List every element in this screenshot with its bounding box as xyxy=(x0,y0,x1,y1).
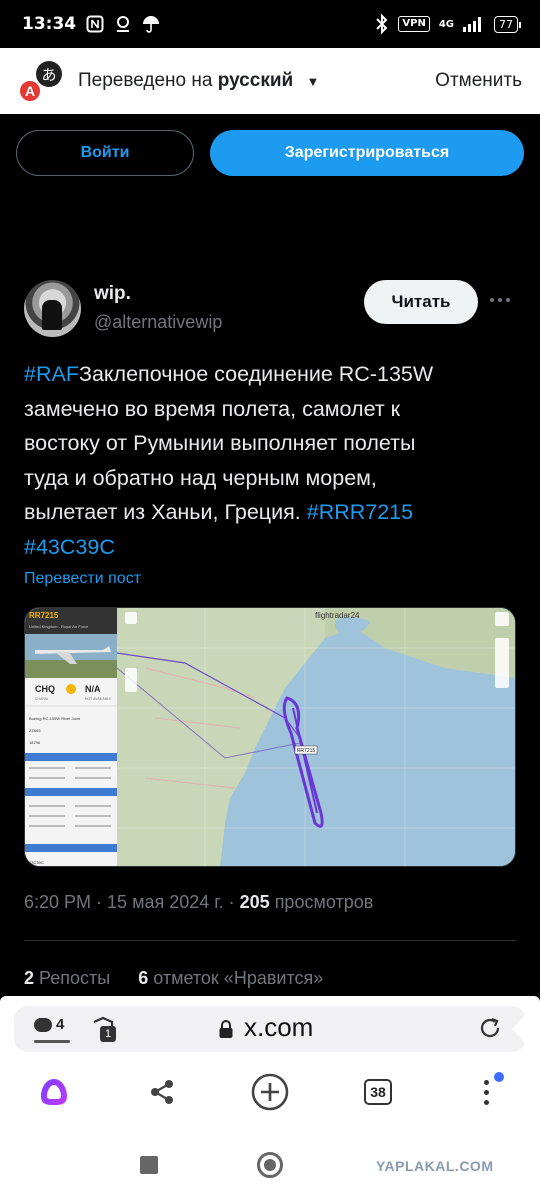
hashtag-rrr7215[interactable]: #RRR7215 xyxy=(307,500,413,524)
translate-language: русский xyxy=(217,70,294,91)
panel-from-code: CHQ xyxy=(35,684,55,694)
tweet-line-5: вылетает из Ханьи, Греция. #RRR7215 xyxy=(24,495,524,530)
follow-button[interactable]: Читать xyxy=(364,280,478,324)
translate-language-select[interactable]: Переведено на русский ▼ xyxy=(78,70,319,92)
tweet-line-1: #RAFЗаклепочное соединение RC-135W xyxy=(24,357,524,392)
comments-count: 4 xyxy=(56,1016,65,1033)
translate-bar: あ A Переведено на русский ▼ Отменить xyxy=(0,48,540,114)
browser-nav-row: 38 xyxy=(0,1066,540,1116)
browser-toolbar: 4 1 x.com 38 xyxy=(0,996,540,1128)
address-bar[interactable]: 4 1 x.com xyxy=(14,1006,526,1052)
hashtag-43c39c[interactable]: #43C39C xyxy=(24,535,115,559)
translate-glyph-left: A xyxy=(18,79,42,103)
likes-count: 6 xyxy=(138,968,149,988)
panel-registration: ZZ665 xyxy=(29,728,41,733)
translate-icon[interactable]: あ A xyxy=(18,59,62,103)
umbrella-icon xyxy=(143,16,160,33)
signup-button[interactable]: Зарегистрироваться xyxy=(210,130,524,176)
translate-glyph-right: あ xyxy=(36,61,62,87)
hashtag-raf[interactable]: #RAF xyxy=(24,362,79,386)
share-icon[interactable] xyxy=(142,1072,182,1112)
new-tab-icon[interactable] xyxy=(250,1072,290,1112)
translate-cancel-button[interactable]: Отменить xyxy=(435,70,522,92)
divider xyxy=(24,940,516,941)
status-right: VPN 4G 77 xyxy=(375,14,521,34)
tweet-stats: 2 Репосты 6 отметок «Нравится» xyxy=(24,968,323,989)
tweet-time[interactable]: 6:20 PM xyxy=(24,892,91,912)
views-label: просмотров xyxy=(274,892,374,912)
tweet-line-text: вылетает из Ханьи, Греция. xyxy=(24,500,307,524)
lock-icon xyxy=(219,1020,233,1038)
author-handle[interactable]: @alternativewip xyxy=(94,312,222,333)
translate-post-link[interactable]: Перевести пост xyxy=(24,570,141,588)
tabs-button[interactable]: 38 xyxy=(358,1072,398,1112)
more-options-icon[interactable] xyxy=(490,290,516,310)
brand-label: flightradar24 xyxy=(315,611,360,620)
panel-hex: 43C39C xyxy=(29,860,44,865)
translate-prefix: Переведено на xyxy=(78,70,213,91)
avatar[interactable] xyxy=(24,280,81,337)
panel-aircraft-type: Boeing RC-135W Rivet Joint xyxy=(29,716,81,721)
network-label: 4G xyxy=(438,18,454,30)
recents-button[interactable] xyxy=(140,1156,158,1174)
status-bar: 13:34 VPN 4G 77 xyxy=(0,0,540,48)
tweet-line-6: #43C39C xyxy=(24,530,524,565)
shield-count: 1 xyxy=(100,1026,116,1042)
tweet-line-text: Заклепочное соединение RC-135W xyxy=(78,362,434,386)
tweet-text: #RAFЗаклепочное соединение RC-135W замеч… xyxy=(24,357,524,564)
panel-from-city: CHANIA xyxy=(35,697,49,701)
panel-to-code: N/A xyxy=(85,684,101,694)
tabs-count: 38 xyxy=(364,1079,392,1105)
url-text[interactable]: x.com xyxy=(244,1012,313,1043)
reposts-stat[interactable]: 2 Репосты xyxy=(24,968,110,989)
alice-assistant-icon[interactable] xyxy=(34,1072,74,1112)
tweet-meta: 6:20 PM · 15 мая 2024 г. · 205 просмотро… xyxy=(24,892,374,912)
notification-icons xyxy=(86,15,160,33)
vpn-badge: VPN xyxy=(398,16,430,32)
panel-to-city: NOT AVAILABLE xyxy=(85,697,112,701)
tweet-date[interactable]: 15 мая 2024 г. xyxy=(107,892,224,912)
address-bar-tail xyxy=(512,1014,526,1044)
home-button[interactable] xyxy=(257,1152,283,1178)
likes-label: отметок «Нравится» xyxy=(153,968,324,988)
panel-flight-id: RR7215 xyxy=(29,611,59,620)
login-button[interactable]: Войти xyxy=(16,130,194,176)
bluetooth-icon xyxy=(376,14,388,34)
notification-dot-icon xyxy=(494,1072,504,1082)
comment-icon xyxy=(34,1018,52,1032)
system-nav-bar: YAPLAKAL.COM xyxy=(0,1128,540,1200)
chevron-down-icon: ▼ xyxy=(306,74,320,89)
comments-button[interactable]: 4 xyxy=(34,1016,74,1044)
auth-buttons: Войти Зарегистрироваться xyxy=(16,130,524,176)
tweet-line-2: замечено во время полета, самолет к xyxy=(24,396,401,421)
reposts-label: Репосты xyxy=(39,968,111,988)
likes-stat[interactable]: 6 отметок «Нравится» xyxy=(138,968,323,989)
panel-serial: 18796 xyxy=(29,740,41,745)
reposts-count: 2 xyxy=(24,968,35,988)
tweet-line-4: туда и обратно над черным морем, xyxy=(24,465,377,490)
panel-airline: United Kingdom - Royal Air Force xyxy=(29,624,89,629)
nfc-icon xyxy=(86,15,104,33)
tweet-line-3: востоку от Румынии выполняет полеты xyxy=(24,431,416,455)
comments-underline xyxy=(34,1040,70,1043)
tweet-media-image[interactable]: RR7215 flightradar24 RR7215 United Kingd… xyxy=(24,607,516,867)
location-pin-icon xyxy=(117,16,130,32)
battery-indicator: 77 xyxy=(494,15,521,33)
map-flight-label: RR7215 xyxy=(297,748,316,754)
author-name[interactable]: wip. xyxy=(94,283,131,305)
signal-icon xyxy=(463,17,481,32)
views-count: 205 xyxy=(239,892,270,912)
reload-icon[interactable] xyxy=(478,1016,502,1040)
status-time: 13:34 xyxy=(22,14,77,34)
flight-map: RR7215 flightradar24 RR7215 United Kingd… xyxy=(25,608,515,866)
watermark: YAPLAKAL.COM xyxy=(376,1158,494,1174)
menu-icon[interactable] xyxy=(466,1072,506,1112)
